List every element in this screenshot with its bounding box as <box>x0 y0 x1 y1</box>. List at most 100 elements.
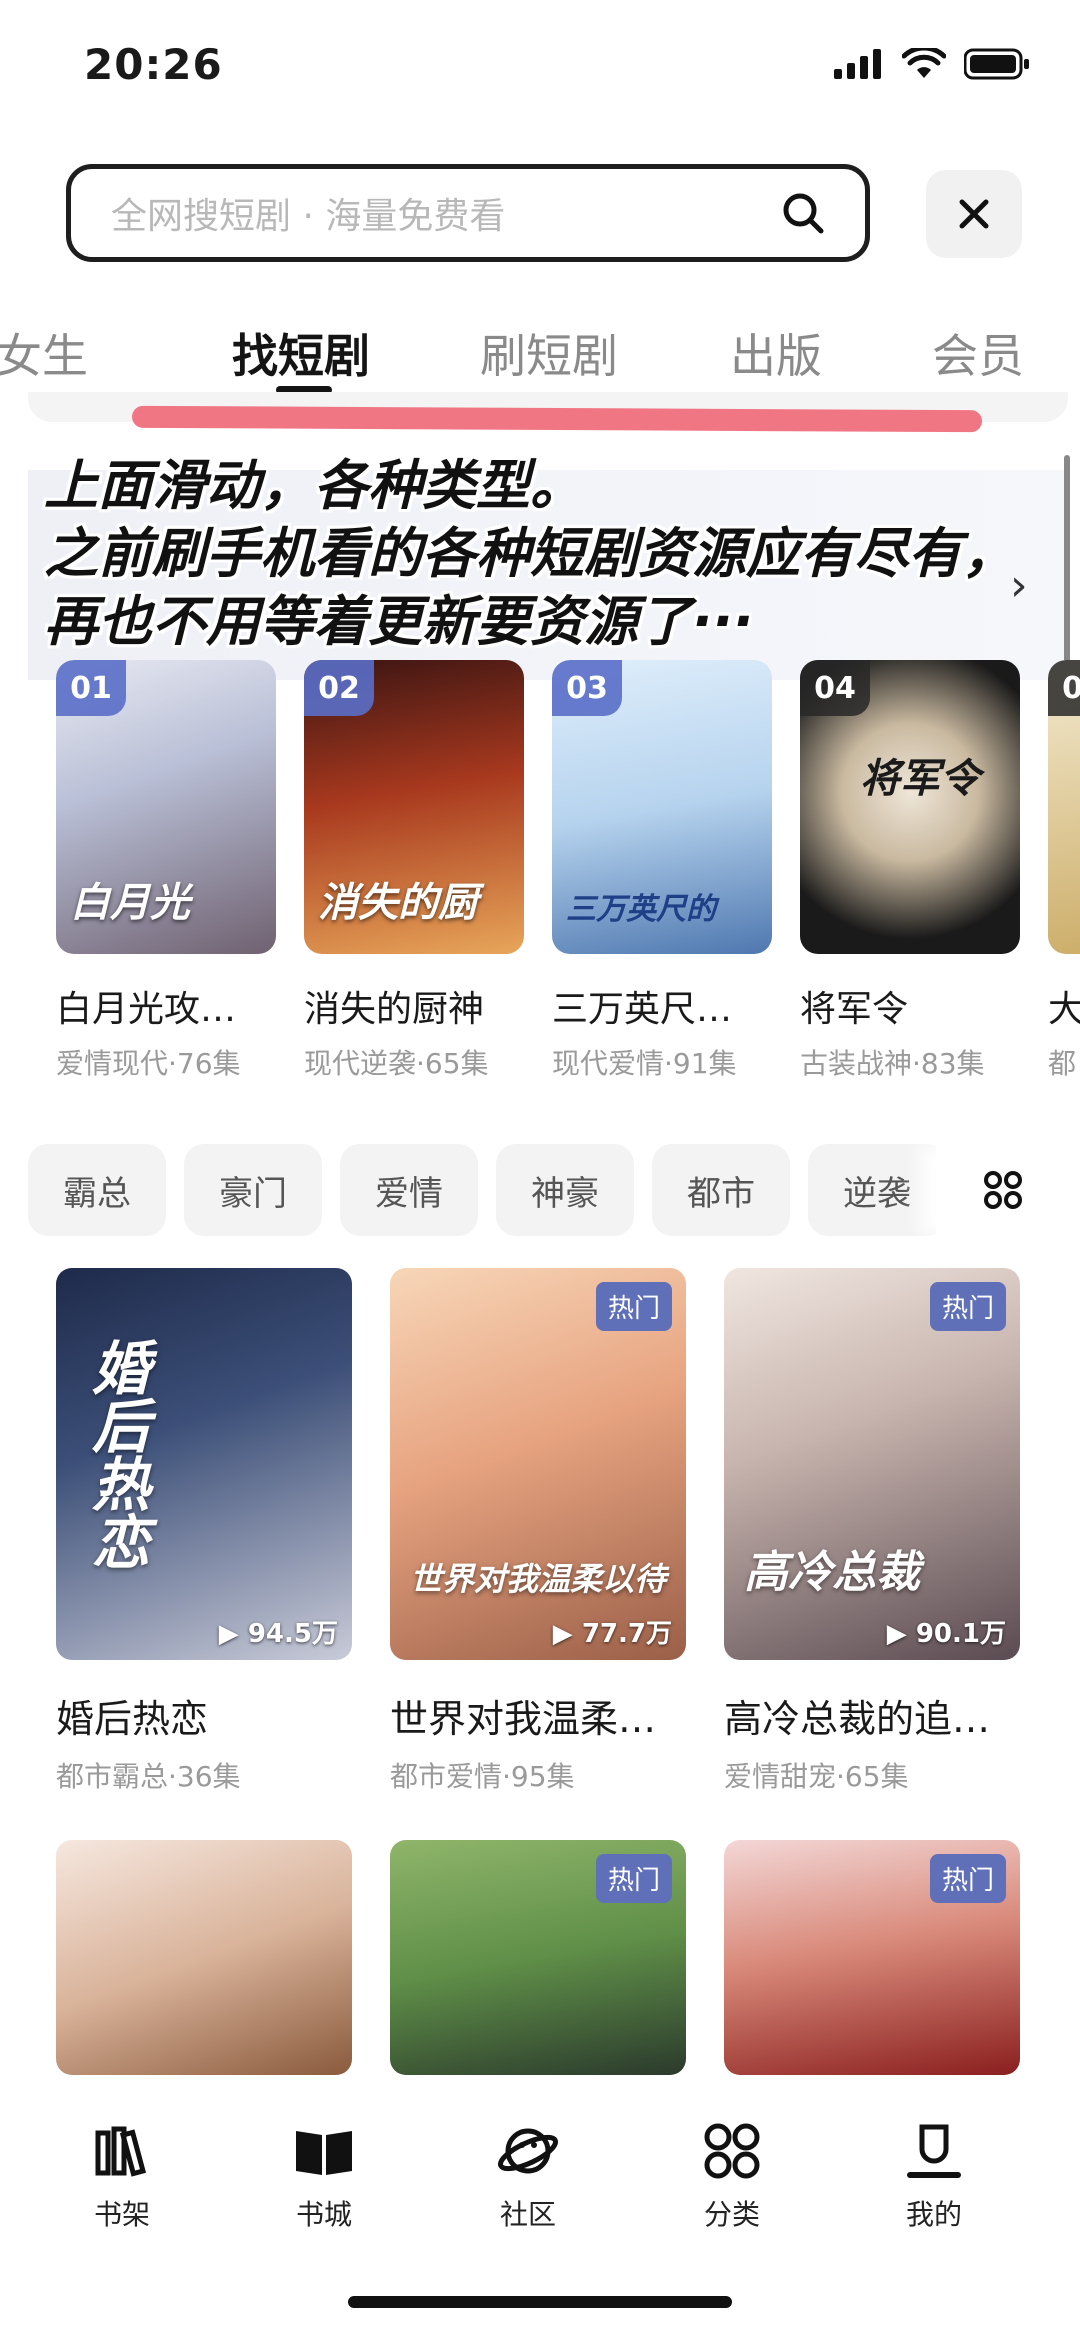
cover-title: 婚后热恋 <box>82 1338 150 1570</box>
hot-badge: 热门 <box>595 1282 672 1331</box>
cellular-signal-icon <box>834 49 881 79</box>
category-chip[interactable]: 豪门 <box>184 1144 322 1236</box>
chevron-right-icon[interactable]: › <box>1010 560 1028 611</box>
category-chip[interactable]: 都市 <box>652 1144 790 1236</box>
drama-card[interactable]: 热门 世界对我温柔以待 ▶ 77.7万 世界对我温柔… 都市爱情·95集 <box>390 1268 686 1795</box>
drama-title: 世界对我温柔… <box>390 1697 657 1741</box>
drama-cover[interactable]: 热门 世界对我温柔以待 ▶ 77.7万 <box>390 1268 686 1660</box>
drama-cover[interactable]: 热门 <box>390 1840 686 2075</box>
ranking-card[interactable]: 04 将军令 将军令 古装战神·83集 <box>800 660 1020 1080</box>
nav-item-profile[interactable]: 我的 <box>864 2119 1004 2233</box>
cover-title: 三万英尺的 <box>566 892 716 927</box>
rank-badge: 03 <box>552 660 622 716</box>
category-chip[interactable]: 逆袭 <box>808 1144 946 1236</box>
nav-item-bookshelf[interactable]: 书架 <box>52 2119 192 2233</box>
tab-publish[interactable]: 出版 <box>730 320 822 386</box>
ranking-card[interactable]: 01 白月光 白月光攻… 爱情现代·76集 <box>56 660 276 1080</box>
status-icons <box>834 48 1030 80</box>
profile-icon <box>907 2124 961 2178</box>
ranking-card[interactable]: 03 三万英尺的 三万英尺… 现代爱情·91集 <box>552 660 772 1080</box>
nav-label: 分类 <box>703 2198 760 2231</box>
category-chip[interactable]: 神豪 <box>496 1144 634 1236</box>
view-count: ▶ 94.5万 <box>218 1619 338 1649</box>
close-button[interactable] <box>926 170 1022 258</box>
drama-card[interactable]: 热门 高冷总裁 ▶ 90.1万 高冷总裁的追… 爱情甜宠·65集 <box>724 1268 1020 1795</box>
drama-title: 将军令 <box>800 989 909 1030</box>
drama-card[interactable]: 热门 <box>724 1840 1020 2075</box>
drama-meta: 都 <box>1048 1047 1077 1080</box>
tab-female[interactable]: 女生 <box>0 320 88 386</box>
drama-meta: 现代爱情·91集 <box>552 1047 737 1080</box>
annotation-red-stroke <box>131 405 983 433</box>
scroll-indicator <box>1064 455 1070 665</box>
planet-icon <box>497 2128 559 2174</box>
annotation-line: 再也不用等着更新要资源了··· <box>44 590 754 653</box>
nav-label: 我的 <box>905 2198 962 2231</box>
drama-meta: 爱情现代·76集 <box>56 1047 241 1080</box>
drama-cover[interactable]: 04 将军令 <box>800 660 1020 954</box>
drama-title: 消失的厨神 <box>304 989 485 1030</box>
view-count-value: 77.7万 <box>581 1619 672 1649</box>
drama-card[interactable]: 婚后热恋 ▶ 94.5万 婚后热恋 都市霸总·36集 <box>56 1268 352 1795</box>
drama-title: 三万英尺… <box>552 989 733 1030</box>
bookshelf-icon <box>95 2126 147 2177</box>
rank-badge: 05 <box>1048 660 1080 716</box>
drama-cover[interactable] <box>56 1840 352 2075</box>
nav-item-bookstore[interactable]: 书城 <box>254 2119 394 2233</box>
drama-cover[interactable]: 01 白月光 <box>56 660 276 954</box>
wifi-icon <box>902 48 946 78</box>
status-time: 20:26 <box>84 40 223 89</box>
rank-badge: 04 <box>800 660 870 716</box>
category-chips: 霸总 豪门 爱情 神豪 都市 逆袭 <box>28 1144 1080 1236</box>
nav-label: 社区 <box>499 2198 556 2231</box>
tab-find-drama[interactable]: 找短剧 <box>232 320 370 386</box>
search-placeholder: 全网搜短剧 · 海量免费看 <box>111 196 506 237</box>
annotation-line: 上面滑动，各种类型。 <box>44 454 584 517</box>
ranking-row: 01 白月光 白月光攻… 爱情现代·76集 02 消失的厨 消失的厨神 现代逆袭… <box>0 660 1080 1080</box>
ranking-card[interactable]: 05 大 都 <box>1048 660 1080 1080</box>
view-count-value: 94.5万 <box>247 1619 338 1649</box>
annotation-caption: 上面滑动，各种类型。 之前刷手机看的各种短剧资源应有尽有， 再也不用等着更新要资… <box>44 452 1016 656</box>
battery-icon <box>964 48 1029 80</box>
annotation-line: 之前刷手机看的各种短剧资源应有尽有， <box>44 522 1016 585</box>
drama-title: 大 <box>1048 989 1080 1030</box>
nav-label: 书架 <box>93 2198 150 2231</box>
drama-card[interactable] <box>56 1840 352 2075</box>
search-input[interactable]: 全网搜短剧 · 海量免费看 <box>66 164 870 262</box>
grid-icon <box>984 1171 1022 1209</box>
cover-title: 世界对我温柔以待 <box>410 1560 667 1598</box>
status-bar: 20:26 <box>0 0 1080 140</box>
hot-badge: 热门 <box>929 1282 1006 1331</box>
drama-meta: 都市霸总·36集 <box>56 1760 241 1793</box>
drama-cover[interactable]: 热门 <box>724 1840 1020 2075</box>
drama-cover[interactable]: 02 消失的厨 <box>304 660 524 954</box>
all-categories-button[interactable] <box>936 1144 1070 1236</box>
rank-badge: 01 <box>56 660 126 716</box>
drama-cover[interactable]: 05 <box>1048 660 1080 954</box>
tab-swipe-drama[interactable]: 刷短剧 <box>480 320 618 386</box>
close-icon <box>959 199 989 229</box>
search-icon[interactable] <box>781 191 825 235</box>
rank-badge: 02 <box>304 660 374 716</box>
hot-badge: 热门 <box>929 1854 1006 1903</box>
nav-item-community[interactable]: 社区 <box>458 2119 598 2233</box>
drama-cover[interactable]: 热门 高冷总裁 ▶ 90.1万 <box>724 1268 1020 1660</box>
cover-title: 高冷总裁 <box>744 1547 920 1598</box>
drama-title: 高冷总裁的追… <box>724 1697 991 1741</box>
cover-title: 将军令 <box>860 756 980 802</box>
tab-vip[interactable]: 会员 <box>932 320 1024 386</box>
ranking-card[interactable]: 02 消失的厨 消失的厨神 现代逆袭·65集 <box>304 660 524 1080</box>
nav-item-category[interactable]: 分类 <box>662 2119 802 2233</box>
drama-title: 白月光攻… <box>56 989 237 1030</box>
view-count: ▶ 90.1万 <box>886 1619 1006 1649</box>
drama-meta: 现代逆袭·65集 <box>304 1047 489 1080</box>
category-chip[interactable]: 霸总 <box>28 1144 166 1236</box>
category-chip[interactable]: 爱情 <box>340 1144 478 1236</box>
open-book-icon <box>296 2131 352 2175</box>
drama-title: 婚后热恋 <box>56 1697 209 1741</box>
drama-meta: 古装战神·83集 <box>800 1047 985 1080</box>
drama-cover[interactable]: 婚后热恋 ▶ 94.5万 <box>56 1268 352 1660</box>
drama-card[interactable]: 热门 <box>390 1840 686 2075</box>
view-count: ▶ 77.7万 <box>552 1619 672 1649</box>
drama-cover[interactable]: 03 三万英尺的 <box>552 660 772 954</box>
